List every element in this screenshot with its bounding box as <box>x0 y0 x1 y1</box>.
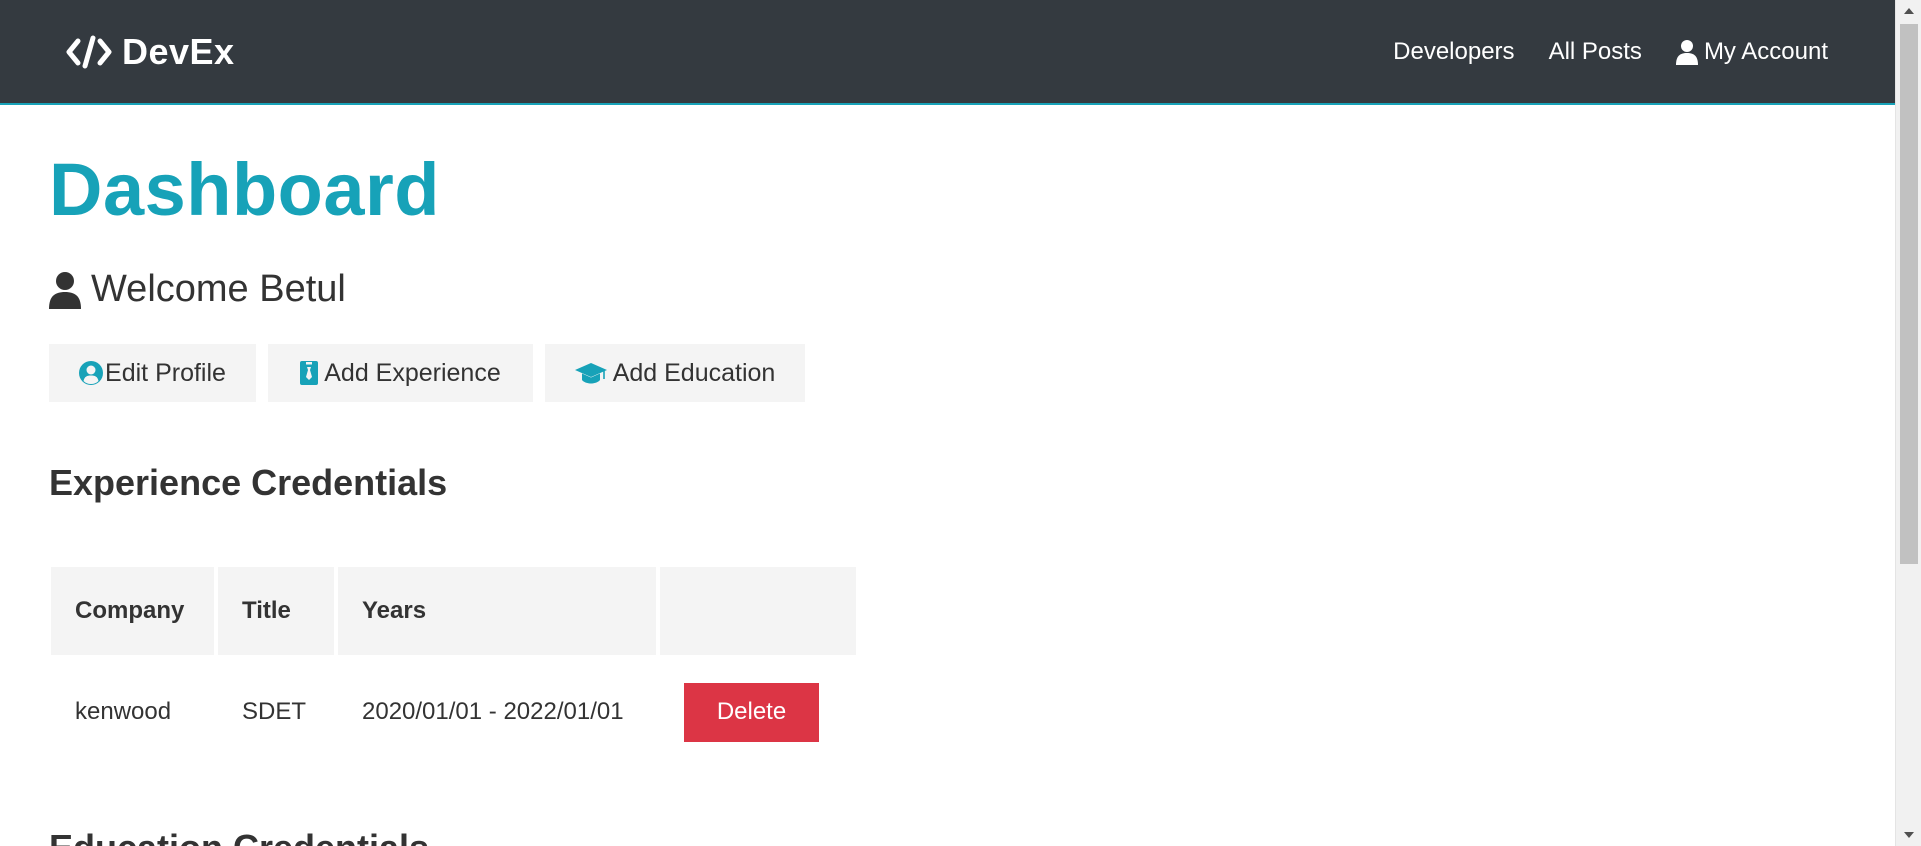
dashboard-actions: Edit Profile Add Experience Add Educatio… <box>49 344 805 402</box>
user-circle-icon <box>79 361 105 385</box>
welcome-text: Welcome Betul <box>91 268 346 310</box>
user-icon <box>49 271 81 309</box>
code-icon <box>66 35 112 69</box>
nav-developers[interactable]: Developers <box>1393 38 1514 66</box>
cell-title: SDET <box>242 698 307 725</box>
table-header-row: Company Title Years <box>51 567 856 655</box>
experience-heading: Experience Credentials <box>49 462 448 503</box>
user-icon <box>1675 39 1698 65</box>
add-education-label: Add Education <box>612 358 776 387</box>
nav-links: Developers All Posts My Account <box>1393 38 1828 66</box>
brand-name: DevEx <box>122 30 235 72</box>
graduation-cap-icon <box>574 361 613 385</box>
column-header-years: Years <box>338 567 656 655</box>
scroll-down-arrow-icon[interactable] <box>1896 824 1921 846</box>
cell-company: kenwood <box>75 698 172 725</box>
add-experience-button[interactable]: Add Experience <box>268 344 533 402</box>
id-badge-icon <box>300 361 324 385</box>
cell-years: 2020/01/01 - 2022/01/01 <box>362 698 624 725</box>
table-row: kenwood SDET 2020/01/01 - 2022/01/01 Del… <box>51 659 856 765</box>
column-header-company: Company <box>51 567 214 655</box>
education-heading: Education Credentials <box>49 827 429 846</box>
add-education-button[interactable]: Add Education <box>545 344 805 402</box>
page: DevEx Developers All Posts My Account Da… <box>0 0 1921 846</box>
delete-button[interactable]: Delete <box>684 682 819 742</box>
edit-profile-button[interactable]: Edit Profile <box>49 344 256 402</box>
scroll-up-arrow-icon[interactable] <box>1896 0 1921 22</box>
experience-table: Company Title Years kenwood SDET 2020/01… <box>47 563 860 769</box>
page-title: Dashboard <box>49 148 441 231</box>
scrollbar-thumb[interactable] <box>1900 24 1918 564</box>
nav-all-posts[interactable]: All Posts <box>1549 38 1642 66</box>
vertical-scrollbar[interactable] <box>1895 0 1921 846</box>
add-experience-label: Add Experience <box>324 358 501 387</box>
nav-my-account[interactable]: My Account <box>1675 37 1828 66</box>
cell-action: Delete <box>660 659 856 765</box>
brand-link[interactable]: DevEx <box>66 31 235 73</box>
column-header-action <box>660 567 856 655</box>
edit-profile-label: Edit Profile <box>105 358 226 387</box>
nav-my-account-label: My Account <box>1703 37 1828 65</box>
navbar: DevEx Developers All Posts My Account <box>0 0 1895 105</box>
column-header-title: Title <box>218 567 334 655</box>
welcome-message: Welcome Betul <box>49 268 346 311</box>
